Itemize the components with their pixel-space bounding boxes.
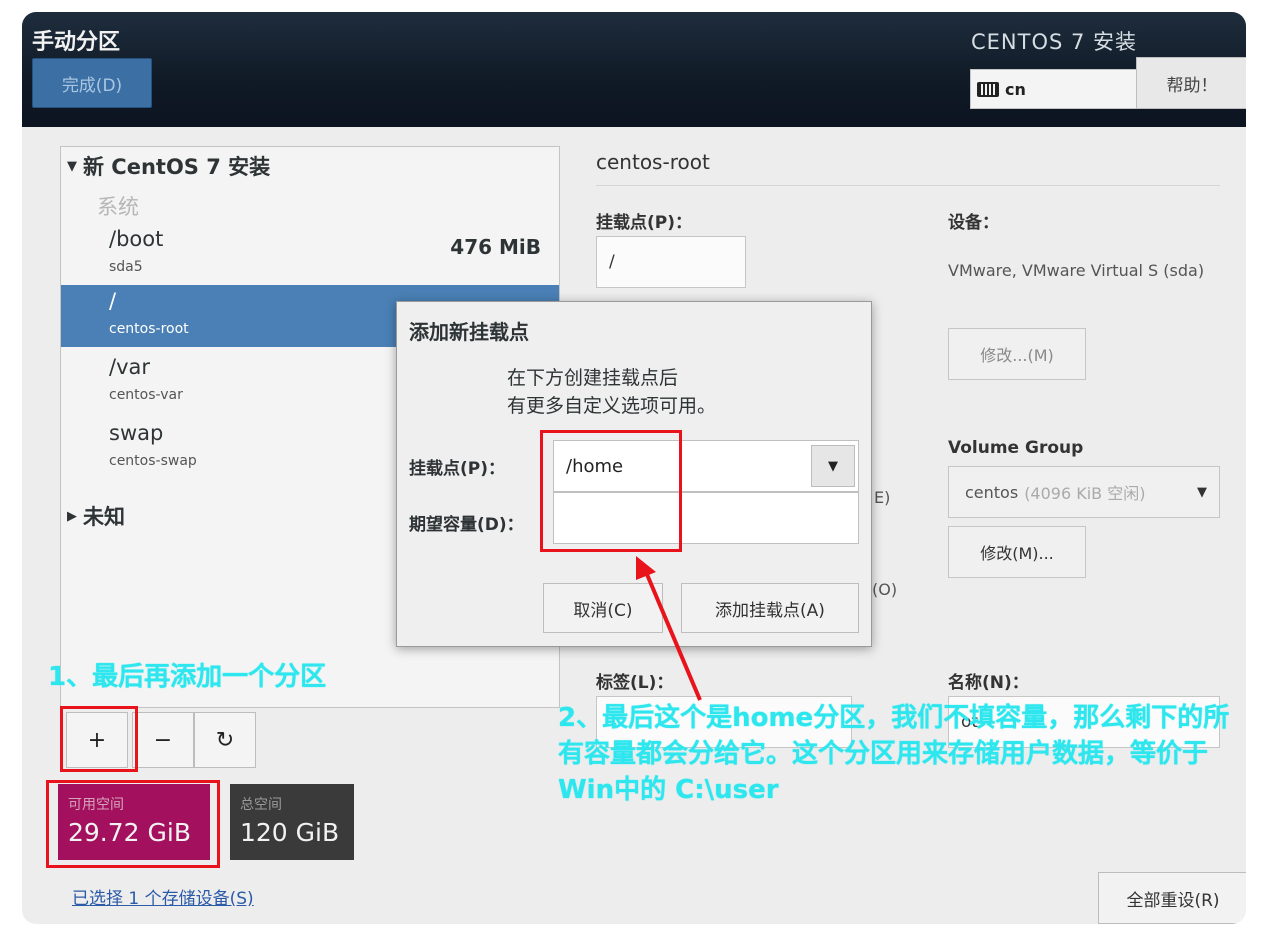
arrow-shaft — [644, 571, 702, 701]
annotation-note-1: 1、最后再添加一个分区 — [48, 662, 327, 692]
annotation-note-2: 2、最后这个是home分区，我们不填容量，那么剩下的所有容量都会分给它。这个分区… — [558, 703, 1230, 805]
